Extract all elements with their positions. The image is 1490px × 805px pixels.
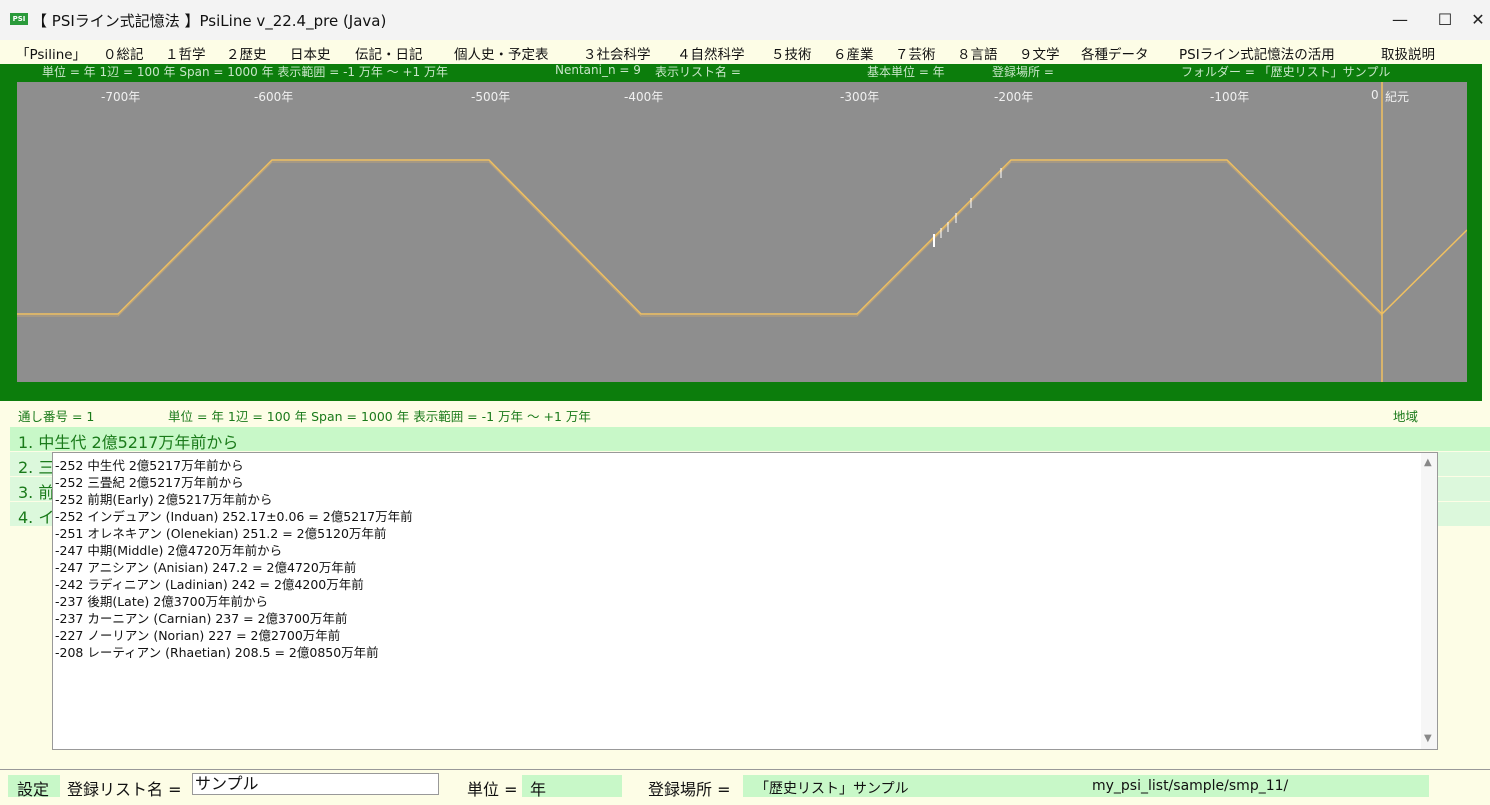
scroll-down-icon[interactable]: ▼ xyxy=(1424,733,1432,744)
location-info: 登録場所 = xyxy=(992,65,1054,79)
menu-natural-science[interactable]: ４自然科学 xyxy=(677,43,745,63)
bottom-bar: 設定 登録リスト名 = サンプル 単位 = 年 登録場所 = 「歴史リスト」サン… xyxy=(0,770,1490,805)
menu-history[interactable]: ２歴史 xyxy=(226,43,267,63)
location-label: 登録場所 = xyxy=(648,780,731,799)
scroll-up-icon[interactable]: ▲ xyxy=(1424,457,1432,468)
folder-info: フォルダー = 「歴史リスト」サンプル xyxy=(1181,65,1391,79)
title-bar: PSI 【 PSIライン式記憶法 】PsiLine v_22.4_pre (Ja… xyxy=(0,0,1490,40)
menu-usage[interactable]: PSIライン式記憶法の活用 xyxy=(1179,43,1335,63)
settings-button[interactable]: 設定 xyxy=(17,776,49,800)
close-icon[interactable]: ✕ xyxy=(1466,0,1490,40)
top-unit-info: 単位 = 年 1辺 = 100 年 Span = 1000 年 表示範囲 = -… xyxy=(42,65,448,79)
menu-arts[interactable]: ７芸術 xyxy=(895,43,936,63)
timeline-plot[interactable]: -700年 -600年 -500年 -400年 -300年 -200年 -100… xyxy=(17,82,1467,382)
menu-personal-history[interactable]: 個人史・予定表 xyxy=(454,43,549,63)
list-item[interactable]: 1. 中生代 2億5217万年前から xyxy=(10,427,1490,452)
timeline-frame: 単位 = 年 1辺 = 100 年 Span = 1000 年 表示範囲 = -… xyxy=(0,63,1482,401)
base-unit-info: 基本単位 = 年 xyxy=(867,65,945,79)
menu-philosophy[interactable]: １哲学 xyxy=(165,43,206,63)
maximize-icon[interactable]: ☐ xyxy=(1422,0,1468,40)
list-item-label: 2. 三 xyxy=(18,458,55,477)
psi-line-shadow xyxy=(17,161,1383,317)
list-name-info: 表示リスト名 = xyxy=(655,65,741,79)
menu-psiline[interactable]: 「Psiline」 xyxy=(16,43,86,63)
menu-literature[interactable]: ９文学 xyxy=(1019,43,1060,63)
list-item-label: 4. イ xyxy=(18,508,55,527)
menu-biography[interactable]: 伝記・日記 xyxy=(355,43,423,63)
menu-japanese-history[interactable]: 日本史 xyxy=(290,43,331,63)
menu-social-science[interactable]: ３社会科学 xyxy=(583,43,651,63)
window-title: 【 PSIライン式記憶法 】PsiLine v_22.4_pre (Java) xyxy=(32,12,387,30)
unit-value: 年 xyxy=(530,780,547,799)
menu-data[interactable]: 各種データ xyxy=(1081,43,1149,63)
editor-line: -208 レーティアン (Rhaetian) 208.5 = 2億0850万年前 xyxy=(55,645,379,660)
list-name-label: 登録リスト名 = xyxy=(67,780,182,799)
list-item-label: 3. 前 xyxy=(18,483,55,502)
menu-industry[interactable]: ６産業 xyxy=(833,43,874,63)
psi-line xyxy=(17,159,1467,316)
list-name-input[interactable]: サンプル xyxy=(192,773,439,795)
app-icon: PSI xyxy=(10,13,28,25)
menu-language[interactable]: ８言語 xyxy=(957,43,998,63)
menu-manual[interactable]: 取扱説明 xyxy=(1381,43,1435,63)
menu-technology[interactable]: ５技術 xyxy=(771,43,812,63)
info-bar: 通し番号 = 1 単位 = 年 1辺 = 100 年 Span = 1000 年… xyxy=(0,404,1490,424)
location-value: 「歴史リスト」サンプル xyxy=(755,781,909,797)
nentani-info: Nentani_n = 9 xyxy=(555,63,641,77)
unit-label: 単位 = xyxy=(467,780,518,799)
minimize-icon[interactable]: — xyxy=(1377,0,1423,40)
menu-bar: 「Psiline」 ０総記 １哲学 ２歴史 日本史 伝記・日記 個人史・予定表 … xyxy=(0,40,1490,64)
list-item-label: 1. 中生代 2億5217万年前から xyxy=(18,433,239,452)
menu-general[interactable]: ０総記 xyxy=(103,43,144,63)
serial-number: 通し番号 = 1 xyxy=(18,409,95,424)
location-path: my_psi_list/sample/smp_11/ xyxy=(1092,778,1289,794)
region-label: 地域 xyxy=(1393,409,1419,424)
editor-scrollbar[interactable]: ▲ ▼ xyxy=(1421,453,1437,749)
text-editor[interactable]: -252 中生代 2億5217万年前から -252 三畳紀 2億5217万年前か… xyxy=(52,452,1438,750)
unit-info: 単位 = 年 1辺 = 100 年 Span = 1000 年 表示範囲 = -… xyxy=(168,409,591,424)
psi-line-svg xyxy=(17,82,1467,382)
